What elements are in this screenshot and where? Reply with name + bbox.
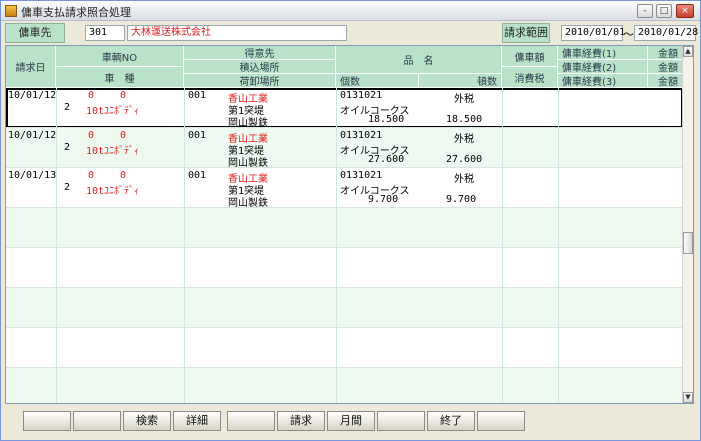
row-vehicle-type: 10tﾕﾆﾎﾞﾃﾞｨ [86,106,140,117]
row-customer-code: 001 [188,90,207,101]
header-expense-3: 傭車経費(3) [558,74,648,88]
billing-grid: 請求日 車輌NO 車 種 得意先 積込場所 荷卸場所 品 名 個数 頓数 傭車額… [5,45,694,404]
row-seq: 2 [64,142,71,153]
maximize-button[interactable]: □ [656,4,672,18]
header-weight: 頓数 [419,74,502,88]
scroll-up-arrow-icon[interactable]: ▲ [683,46,693,57]
row-number-b: 0 [120,130,127,141]
header-expense-1: 傭車経費(1) [558,46,648,60]
date-from-field[interactable]: 2010/01/01 [561,25,625,41]
header-quantity: 個数 [336,74,419,88]
col-divider [56,88,57,403]
scroll-down-arrow-icon[interactable]: ▼ [683,392,693,403]
main-window: 傭車支払請求照合処理 - □ × 傭車先 301 大林運送株式会社 請求範囲 2… [0,0,701,441]
minimize-button[interactable]: - [637,4,653,18]
row-weight: 9.700 [446,194,477,205]
close-button[interactable]: × [676,4,694,18]
row-item-code: 0131021 [340,90,383,101]
row-number-b: 0 [120,170,127,181]
table-row[interactable]: 10/01/12 0 0 2 10tﾕﾆﾎﾞﾃﾞｨ 001 香山工業 第1突堤 岡山製鉄 0131… [6,88,683,129]
header-vehicle-type: 車 種 [56,67,184,88]
row-number-a: 0 [88,90,95,101]
row-number-b: 0 [120,90,127,101]
table-row[interactable] [6,208,683,248]
header-item-name: 品 名 [336,46,502,74]
detail-button[interactable]: 詳細 [173,411,221,431]
row-quantity: 27.600 [368,154,405,165]
row-number-a: 0 [88,130,95,141]
row-tax-type: 外税 [454,134,474,145]
col-divider [502,88,503,403]
range-label: 請求範囲 [502,23,550,43]
table-row[interactable] [6,368,683,403]
vendor-label: 傭車先 [5,23,65,43]
row-seq: 2 [64,102,71,113]
row-quantity: 18.500 [368,114,405,125]
row-quantity: 9.700 [368,194,399,205]
date-to-field[interactable]: 2010/01/28 [634,25,698,41]
col-divider [336,88,337,403]
header-unloading-place: 荷卸場所 [184,74,336,88]
table-row[interactable] [6,328,683,368]
range-separator: ～ [623,28,634,41]
scroll-thumb[interactable] [683,232,693,254]
function-button-1[interactable] [23,411,71,431]
row-item-code: 0131021 [340,130,383,141]
row-date: 10/01/12 [8,130,57,141]
col-divider [558,88,559,403]
vertical-scrollbar[interactable]: ▲ ▼ [682,46,693,403]
monthly-button[interactable]: 月間 [327,411,375,431]
header-customer: 得意先 [184,46,336,60]
function-button-5[interactable] [227,411,275,431]
header-charter-fee: 傭車額 [502,46,558,67]
function-key-bar: 検索 詳細 請求 月間 終了 [5,409,694,433]
table-row[interactable]: 10/01/12 0 0 2 10tﾕﾆﾎﾞﾃﾞｨ 001 香山工業 第1突堤 岡山製鉄 0131… [6,128,683,169]
header-amount-1: 金額 [648,46,683,60]
filter-bar: 傭車先 301 大林運送株式会社 請求範囲 2010/01/01 ～ 2010/… [3,23,698,43]
row-date: 10/01/12 [8,90,57,101]
billing-button[interactable]: 請求 [277,411,325,431]
function-button-10[interactable] [477,411,525,431]
exit-button[interactable]: 終了 [427,411,475,431]
vendor-name-field[interactable]: 大林運送株式会社 [127,25,347,41]
header-amount-3: 金額 [648,74,683,88]
row-date: 10/01/13 [8,170,57,181]
header-vehicle-no: 車輌NO [56,46,184,67]
vendor-code-field[interactable]: 301 [85,25,125,41]
header-amount-2: 金額 [648,60,683,74]
title-bar: 傭車支払請求照合処理 - □ × [1,1,700,21]
table-row[interactable] [6,288,683,328]
table-row[interactable] [6,248,683,288]
row-weight: 18.500 [446,114,483,125]
header-billing-date: 請求日 [6,46,56,88]
row-tax-type: 外税 [454,174,474,185]
header-consumption-tax: 消費税 [502,67,558,88]
row-number-a: 0 [88,170,95,181]
row-vehicle-type: 10tﾕﾆﾎﾞﾃﾞｨ [86,146,140,157]
grid-header: 請求日 車輌NO 車 種 得意先 積込場所 荷卸場所 品 名 個数 頓数 傭車額… [6,46,683,88]
app-icon [5,5,17,17]
row-customer-code: 001 [188,170,207,181]
row-vehicle-type: 10tﾕﾆﾎﾞﾃﾞｨ [86,186,140,197]
row-weight: 27.600 [446,154,483,165]
header-loading-place: 積込場所 [184,60,336,74]
search-button[interactable]: 検索 [123,411,171,431]
function-button-8[interactable] [377,411,425,431]
row-tax-type: 外税 [454,94,474,105]
window-title: 傭車支払請求照合処理 [21,6,131,19]
table-row[interactable]: 10/01/13 0 0 2 10tﾕﾆﾎﾞﾃﾞｨ 001 香山工業 第1突堤 岡山製鉄 0131… [6,168,683,209]
row-seq: 2 [64,182,71,193]
header-expense-2: 傭車経費(2) [558,60,648,74]
row-item-code: 0131021 [340,170,383,181]
col-divider [184,88,185,403]
row-customer-code: 001 [188,130,207,141]
function-button-2[interactable] [73,411,121,431]
